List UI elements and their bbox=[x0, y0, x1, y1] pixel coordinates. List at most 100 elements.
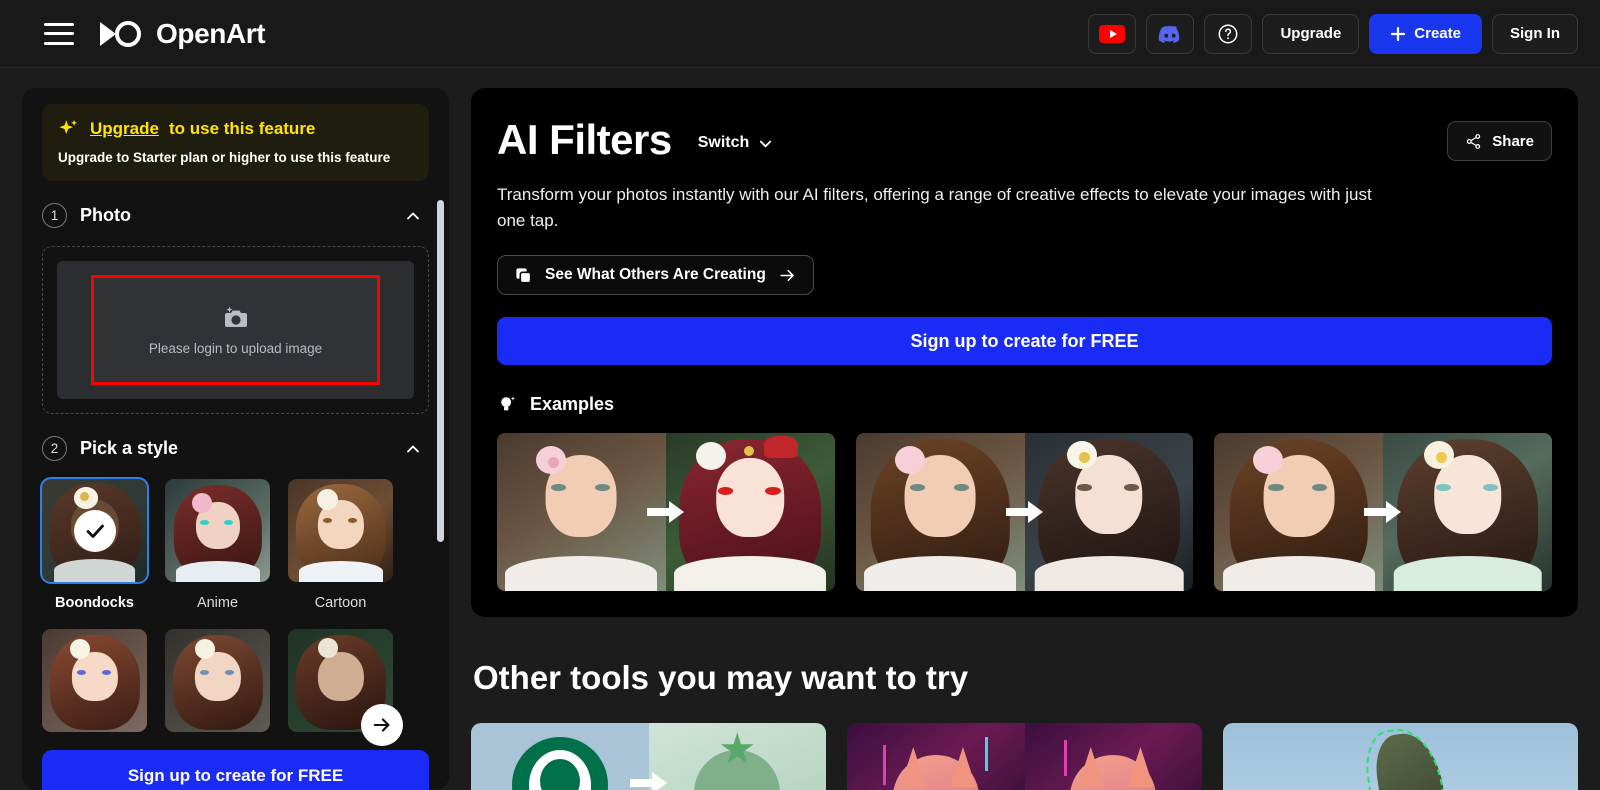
hero-header: AI Filters Switch Share bbox=[497, 116, 1552, 164]
sidebar-scrollbar[interactable] bbox=[437, 200, 444, 542]
example-after-image bbox=[1024, 433, 1194, 591]
examples-heading: Examples bbox=[497, 393, 1552, 415]
example-card-soft-anime[interactable] bbox=[1214, 433, 1553, 591]
lightbulb-icon bbox=[501, 396, 516, 411]
page-body: Upgrade to use this feature Upgrade to S… bbox=[0, 68, 1600, 790]
share-nodes-icon bbox=[1467, 133, 1481, 149]
tool-card-logo-to-art[interactable] bbox=[471, 723, 826, 790]
openart-infinity-logo bbox=[100, 20, 141, 47]
style-name: Cartoon bbox=[314, 595, 367, 611]
upgrade-banner-title: Upgrade to use this feature bbox=[58, 118, 413, 140]
sidebar-section-style[interactable]: 2 Pick a style bbox=[42, 436, 429, 461]
style-thumbnail bbox=[165, 479, 270, 582]
step-number-1: 1 bbox=[42, 203, 67, 228]
question-circle-icon bbox=[1219, 24, 1238, 43]
tool-card-cyberpunk-cat[interactable] bbox=[847, 723, 1202, 790]
top-navigation-bar: OpenArt Upgrade Create Sign In bbox=[0, 0, 1600, 68]
brand[interactable]: OpenArt bbox=[96, 17, 266, 50]
chevron-down-icon bbox=[760, 140, 772, 147]
youtube-icon bbox=[1099, 24, 1126, 43]
check-icon bbox=[86, 524, 104, 538]
style-grid-row-1: Boondocks Anime Cartoon bbox=[40, 477, 429, 611]
arrow-right-icon bbox=[1364, 501, 1402, 523]
style-card-boondocks[interactable]: Boondocks bbox=[40, 477, 149, 611]
arrow-right-icon bbox=[1005, 501, 1043, 523]
upgrade-banner-subtitle: Upgrade to Starter plan or higher to use… bbox=[58, 150, 391, 165]
examples-heading-label: Examples bbox=[530, 393, 615, 414]
style-selected-check bbox=[73, 509, 116, 552]
photo-upload-inner-bg: Please login to upload image bbox=[57, 261, 414, 399]
arrow-right-icon bbox=[629, 772, 667, 790]
style-card-row2-1[interactable] bbox=[42, 629, 147, 745]
chevron-up-icon[interactable] bbox=[405, 208, 421, 224]
hamburger-menu-icon[interactable] bbox=[44, 22, 74, 45]
top-nav-actions: Upgrade Create Sign In bbox=[1088, 13, 1578, 54]
copy-stack-icon bbox=[516, 267, 532, 283]
example-before-image bbox=[1214, 433, 1384, 591]
style-card-row2-2[interactable] bbox=[165, 629, 270, 745]
hero-panel: AI Filters Switch Share Transform your p… bbox=[471, 88, 1578, 617]
style-name: Boondocks bbox=[55, 595, 134, 611]
tool-before-image bbox=[471, 723, 649, 790]
signup-free-button[interactable]: Sign up to create for FREE bbox=[497, 317, 1552, 365]
example-before-image bbox=[855, 433, 1025, 591]
upload-label: Please login to upload image bbox=[148, 340, 323, 356]
style-thumbnail bbox=[288, 479, 393, 582]
step-number-2: 2 bbox=[42, 436, 67, 461]
share-button-label: Share bbox=[1492, 132, 1534, 150]
plus-icon bbox=[1391, 26, 1406, 41]
example-card-dark-anime[interactable] bbox=[855, 433, 1194, 591]
switch-label: Switch bbox=[697, 134, 750, 151]
style-card-anime[interactable]: Anime bbox=[165, 479, 270, 611]
photo-upload-dropzone[interactable]: Please login to upload image bbox=[42, 246, 429, 414]
tool-after-image bbox=[648, 723, 826, 790]
sign-in-button[interactable]: Sign In bbox=[1492, 13, 1578, 54]
page-title: AI Filters bbox=[497, 116, 672, 163]
tool-card-object-detection[interactable] bbox=[1223, 723, 1578, 790]
arrow-right-icon bbox=[646, 501, 684, 523]
sidebar-section-photo[interactable]: 1 Photo bbox=[42, 203, 429, 228]
discord-icon bbox=[1159, 25, 1180, 43]
chevron-up-icon[interactable] bbox=[405, 441, 421, 457]
example-before-image bbox=[497, 433, 666, 591]
upgrade-banner-link[interactable]: Upgrade bbox=[90, 119, 159, 139]
style-card-cartoon[interactable]: Cartoon bbox=[288, 479, 393, 611]
upgrade-banner-title-rest: to use this feature bbox=[168, 119, 316, 138]
example-after-image bbox=[1383, 433, 1553, 591]
see-others-creating-button[interactable]: See What Others Are Creating bbox=[497, 255, 814, 295]
example-after-image bbox=[665, 433, 835, 591]
switch-filter-dropdown[interactable]: Switch bbox=[698, 134, 774, 152]
help-button[interactable] bbox=[1204, 13, 1253, 54]
style-name: Anime bbox=[196, 595, 239, 611]
style-next-page-button[interactable] bbox=[361, 704, 403, 746]
upgrade-banner[interactable]: Upgrade to use this feature Upgrade to S… bbox=[42, 104, 429, 181]
style-thumbnail bbox=[42, 629, 147, 732]
add-photo-icon bbox=[224, 306, 247, 327]
youtube-button[interactable] bbox=[1088, 13, 1137, 54]
share-button[interactable]: Share bbox=[1447, 121, 1552, 161]
section-title-photo: Photo bbox=[80, 205, 131, 225]
tool-image-bird bbox=[1223, 723, 1578, 790]
brand-name: OpenArt bbox=[156, 17, 266, 49]
other-tools-row bbox=[471, 723, 1578, 790]
examples-row bbox=[497, 433, 1553, 591]
arrow-right-icon bbox=[780, 269, 794, 281]
sparkle-icon bbox=[59, 119, 78, 135]
main-content: AI Filters Switch Share Transform your p… bbox=[471, 88, 1600, 790]
style-thumbnail bbox=[40, 477, 149, 584]
photo-upload-highlight-area[interactable]: Please login to upload image bbox=[91, 275, 380, 385]
create-button-label: Create bbox=[1414, 25, 1461, 42]
style-thumbnail bbox=[165, 629, 270, 732]
sidebar-signup-button[interactable]: Sign up to create for FREE bbox=[42, 750, 429, 790]
upgrade-button[interactable]: Upgrade bbox=[1262, 13, 1360, 54]
section-title-style: Pick a style bbox=[80, 438, 179, 458]
arrow-right-icon bbox=[373, 718, 390, 732]
left-sidebar-panel: Upgrade to use this feature Upgrade to S… bbox=[22, 88, 449, 790]
create-button[interactable]: Create bbox=[1369, 13, 1482, 54]
tool-image-left bbox=[847, 723, 1025, 790]
discord-button[interactable] bbox=[1146, 13, 1195, 54]
other-tools-heading: Other tools you may want to try bbox=[473, 659, 969, 696]
tool-image-right bbox=[1024, 723, 1202, 790]
see-others-label: See What Others Are Creating bbox=[545, 266, 766, 283]
example-card-christmas[interactable] bbox=[497, 433, 835, 591]
